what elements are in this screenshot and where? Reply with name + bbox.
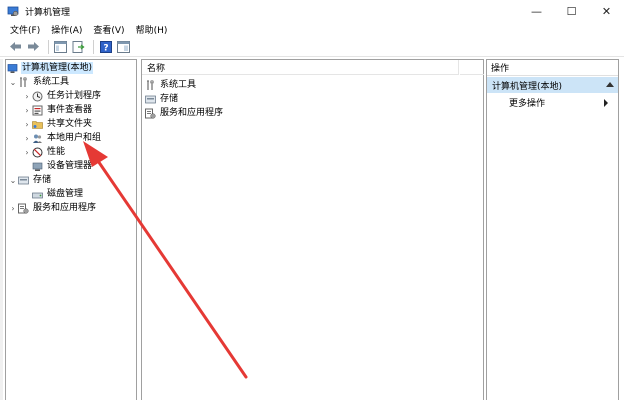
services-icon [145,108,156,119]
tree-label-performance: 性能 [47,147,66,157]
menu-view[interactable]: 查看(V) [93,23,124,36]
svg-text:?: ? [103,43,108,53]
console-tree-icon [54,40,67,53]
properties-icon [117,40,130,53]
maximize-button[interactable]: ☐ [554,0,589,22]
forward-arrow-icon [28,42,39,51]
tree-item-shared-folders[interactable]: › 共享文件夹 [22,117,93,131]
tree-label-local-users: 本地用户和组 [47,133,102,143]
export-icon [72,40,85,53]
collapse-chevron-icon[interactable]: ⌄ [8,75,18,89]
services-icon [18,203,29,214]
expand-chevron-icon[interactable]: › [22,103,32,117]
list-item-label: 服务和应用程序 [160,108,224,118]
column-header-filler [460,60,484,75]
close-button[interactable]: ✕ [589,0,624,22]
properties-button[interactable] [116,39,131,54]
expand-chevron-icon[interactable]: › [22,89,32,103]
storage-icon [145,95,156,103]
expand-chevron-icon[interactable]: › [22,131,32,145]
minimize-button[interactable]: — [519,0,554,22]
disk-icon [32,192,43,198]
computer-management-icon [7,6,19,17]
window-controls: — ☐ ✕ [519,0,624,22]
show-hide-tree-button[interactable] [53,39,68,54]
actions-pane: 操作 计算机管理(本地) 更多操作 [486,59,619,400]
tree-item-root[interactable]: 计算机管理(本地) [7,61,94,75]
list-item-label: 系统工具 [160,80,197,90]
title-bar: 计算机管理 — ☐ ✕ [0,0,624,22]
menu-action[interactable]: 操作(A) [51,23,82,36]
toolbar: ? [0,37,624,57]
menu-help[interactable]: 帮助(H) [136,23,168,36]
users-icon [33,134,42,143]
tree-label-system-tools: 系统工具 [33,77,70,87]
tree-item-event-viewer[interactable]: › 事件查看器 [22,103,93,117]
list-item[interactable]: 系统工具 [145,78,197,92]
submenu-triangle-icon [604,99,608,107]
expand-chevron-icon[interactable]: › [8,201,18,215]
computer-management-icon [7,63,18,73]
actions-group-root[interactable]: 计算机管理(本地) [487,77,618,93]
help-icon: ? [99,40,112,53]
tree-item-task-scheduler[interactable]: › 任务计划程序 [22,89,102,103]
tree-label-storage: 存储 [33,175,52,185]
more-actions-item[interactable]: 更多操作 [509,95,545,109]
tree-label-root: 计算机管理(本地) [21,62,94,74]
window-title: 计算机管理 [25,7,71,18]
list-item[interactable]: 存储 [145,92,179,106]
list-item[interactable]: 服务和应用程序 [145,106,224,120]
column-header-name[interactable]: 名称 [142,60,459,75]
list-item-label: 存储 [160,94,179,104]
tree-item-storage[interactable]: ⌄ 存储 [8,173,52,187]
tree-item-performance[interactable]: › 性能 [22,145,66,159]
device-manager-icon [32,162,43,171]
actions-header: 操作 [487,60,618,76]
tree-label-device-manager: 设备管理器 [47,161,93,171]
expand-chevron-icon[interactable]: › [22,117,32,131]
actions-group-label: 计算机管理(本地) [492,81,563,92]
console-tree-pane: 计算机管理(本地) ⌄ 系统工具 › 任务计划程序 › 事件查看器 › 共享文件… [5,59,137,400]
event-viewer-icon [32,105,43,115]
tree-label-disk-management: 磁盘管理 [47,189,84,199]
collapse-triangle-icon[interactable] [606,82,614,87]
toolbar-separator [93,39,94,54]
back-arrow-icon [10,42,21,51]
export-list-button[interactable] [71,39,86,54]
help-button[interactable]: ? [98,39,113,54]
storage-icon [18,176,29,184]
results-pane: 名称 系统工具 存储 服务和应用程序 [141,59,484,400]
collapse-chevron-icon[interactable]: ⌄ [8,173,18,187]
shared-folder-icon [32,120,43,129]
toolbar-separator [48,39,49,54]
tree-item-disk-management[interactable]: 磁盘管理 [32,187,84,201]
performance-icon [32,147,43,157]
menu-file[interactable]: 文件(F) [10,23,40,36]
forward-button[interactable] [26,39,41,54]
clock-icon [32,91,43,101]
tree-label-shared-folders: 共享文件夹 [47,119,93,129]
expand-chevron-icon[interactable]: › [22,145,32,159]
tree-item-local-users[interactable]: › 本地用户和组 [22,131,102,145]
left-edge [0,59,3,400]
tools-icon [20,76,27,87]
tree-label-services-apps: 服务和应用程序 [33,203,97,213]
tools-icon [147,79,154,90]
back-button[interactable] [8,39,23,54]
tree-item-system-tools[interactable]: ⌄ 系统工具 [8,75,70,89]
tree-label-event-viewer: 事件查看器 [47,105,93,115]
tree-item-services-apps[interactable]: › 服务和应用程序 [8,201,97,215]
tree-label-task-scheduler: 任务计划程序 [47,91,102,101]
menu-bar: 文件(F) 操作(A) 查看(V) 帮助(H) [0,22,624,37]
tree-item-device-manager[interactable]: 设备管理器 [32,159,93,173]
